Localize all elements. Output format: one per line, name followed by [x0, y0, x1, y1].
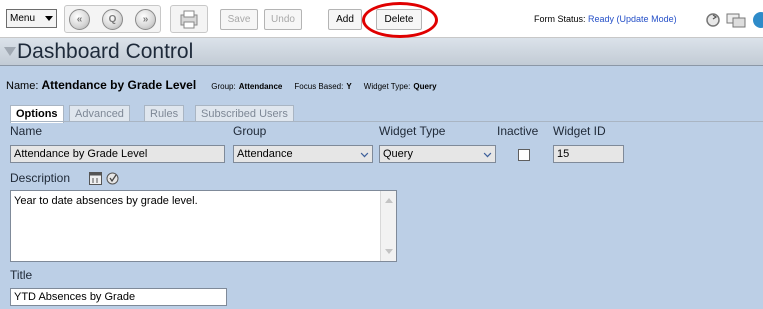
chevron-down-icon	[483, 149, 492, 158]
widget-type-label: Widget Type	[379, 124, 446, 138]
printer-icon	[180, 10, 198, 29]
calendar-icon[interactable]	[89, 172, 102, 185]
undo-button[interactable]: Undo	[264, 9, 302, 30]
summary-name-label: Name:	[6, 80, 39, 92]
widget-id-field[interactable]: 15	[553, 145, 624, 163]
record-navigation: « Q »	[64, 5, 161, 33]
title-field[interactable]: YTD Absences by Grade	[10, 288, 227, 306]
scroll-up-icon[interactable]	[385, 198, 393, 203]
first-record-icon[interactable]: «	[69, 9, 90, 30]
form-status: Form Status: Ready (Update Mode)	[534, 14, 677, 24]
description-scrollbar[interactable]	[380, 191, 396, 261]
description-text: Year to date absences by grade level.	[14, 195, 198, 207]
scroll-down-icon[interactable]	[385, 249, 393, 254]
form-status-value: Ready (Update Mode)	[588, 14, 677, 24]
name-label: Name	[10, 124, 43, 138]
summary-type-label: Widget Type:	[363, 82, 411, 91]
widget-type-select-value: Query	[383, 148, 413, 160]
refresh-icon[interactable]	[704, 12, 722, 28]
menu-label: Menu	[10, 13, 36, 24]
chevron-down-icon	[360, 149, 369, 158]
page-title: Dashboard Control	[17, 40, 194, 63]
description-textarea[interactable]: Year to date absences by grade level.	[10, 190, 397, 262]
tab-rules[interactable]: Rules	[144, 105, 185, 122]
inactive-checkbox[interactable]	[518, 149, 530, 161]
title-label: Title	[10, 268, 33, 282]
search-icon[interactable]: Q	[102, 9, 123, 30]
summary-name-value: Attendance by Grade Level	[41, 78, 197, 92]
group-select-value: Attendance	[237, 148, 293, 160]
summary-group-value: Attendance	[238, 82, 283, 91]
add-button[interactable]: Add	[328, 9, 362, 30]
name-field[interactable]: Attendance by Grade Level	[10, 145, 225, 163]
inactive-label: Inactive	[497, 124, 539, 138]
help-icon[interactable]	[752, 12, 763, 28]
title-bar: Dashboard Control	[0, 38, 763, 66]
summary-type-value: Query	[413, 82, 437, 91]
chevron-down-icon	[45, 16, 53, 21]
summary-group-label: Group:	[211, 82, 236, 91]
toolbar: Menu « Q » Save Undo Add Delete Form Sta…	[0, 0, 763, 38]
form-status-label: Form Status:	[534, 14, 586, 24]
widget-type-select[interactable]: Query	[379, 145, 496, 163]
highlight-circle	[362, 2, 438, 38]
print-button[interactable]	[170, 5, 208, 33]
group-select[interactable]: Attendance	[233, 145, 373, 163]
summary-focus-label: Focus Based:	[294, 82, 344, 91]
summary-focus-value: Y	[346, 82, 352, 91]
tab-advanced[interactable]: Advanced	[69, 105, 130, 122]
group-label: Group	[233, 124, 267, 138]
spell-check-icon[interactable]	[106, 172, 119, 185]
tab-subscribed-users[interactable]: Subscribed Users	[195, 105, 294, 122]
last-record-icon[interactable]: »	[135, 9, 156, 30]
collapse-triangle-icon[interactable]	[4, 47, 16, 56]
widget-id-label: Widget ID	[553, 124, 606, 138]
save-button[interactable]: Save	[220, 9, 258, 30]
record-summary: Name: Attendance by Grade Level Group: A…	[6, 78, 444, 92]
window-icon[interactable]	[726, 12, 748, 28]
description-label: Description	[10, 171, 71, 185]
menu-dropdown[interactable]: Menu	[6, 9, 57, 28]
tab-divider	[10, 121, 763, 122]
